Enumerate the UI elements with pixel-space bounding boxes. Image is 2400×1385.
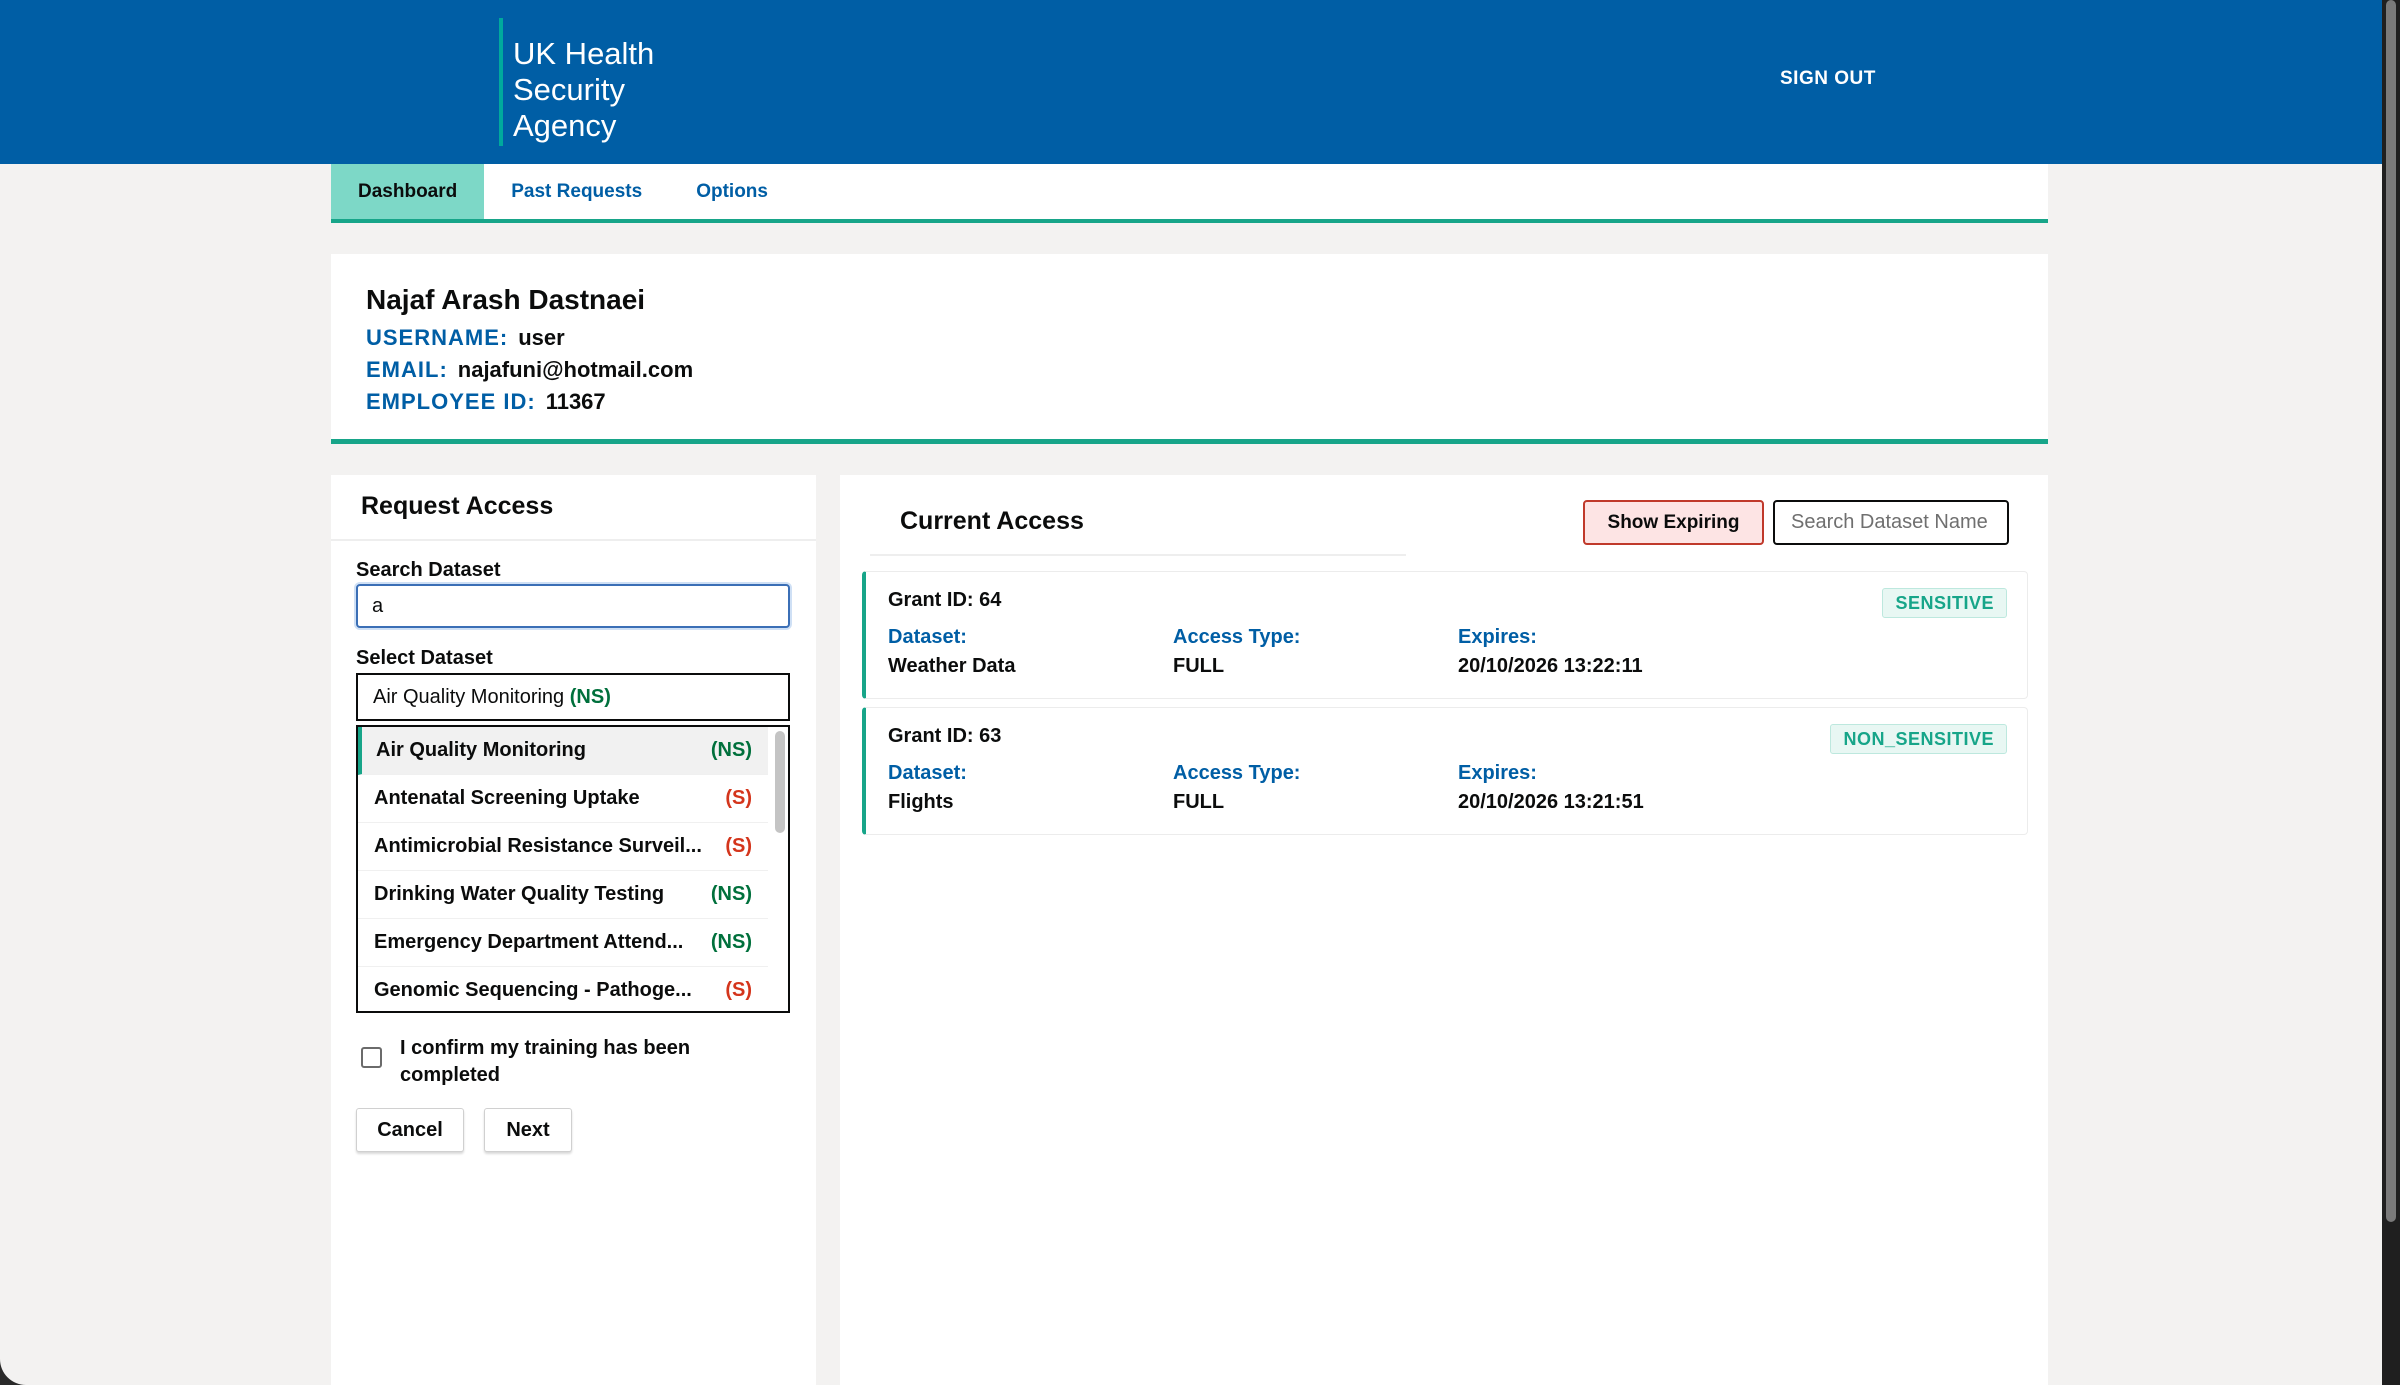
dataset-option-name: Genomic Sequencing - Pathoge... (374, 979, 692, 1001)
selected-dataset-tag: (NS) (569, 686, 611, 708)
sign-out-link[interactable]: SIGN OUT (1780, 68, 1876, 90)
dataset-option-tag: (S) (725, 787, 752, 809)
logo-line: Agency (513, 108, 617, 143)
employee-id-value: 11367 (545, 389, 606, 414)
email-value: najafuni@hotmail.com (457, 357, 694, 382)
dataset-option[interactable]: Drinking Water Quality Testing (NS) (358, 871, 768, 919)
search-dataset-input[interactable] (356, 584, 790, 628)
dataset-option[interactable]: Emergency Department Attend... (NS) (358, 919, 768, 967)
dataset-column: Dataset: Weather Data (888, 626, 1015, 678)
dropdown-scrollbar[interactable] (775, 731, 785, 833)
grant-id: Grant ID: 63 (888, 725, 1002, 747)
request-access-title: Request Access (331, 475, 816, 541)
show-expiring-button[interactable]: Show Expiring (1583, 500, 1764, 545)
dataset-label: Dataset: (888, 762, 967, 784)
logo-line: UK Health (513, 36, 655, 71)
grant-card[interactable]: Grant ID: 64 SENSITIVE Dataset: Weather … (862, 571, 2028, 699)
profile-name: Najaf Arash Dastnaei (366, 284, 646, 315)
expires-value: 20/10/2026 13:21:51 (1458, 791, 1644, 813)
page-scrollbar[interactable] (2382, 0, 2400, 1385)
sensitivity-badge: NON_SENSITIVE (1830, 724, 2007, 754)
dataset-option-name: Air Quality Monitoring (376, 739, 586, 761)
dataset-label: Dataset: (888, 626, 967, 648)
dataset-option-name: Antenatal Screening Uptake (374, 787, 640, 809)
expires-label: Expires: (1458, 762, 1537, 784)
access-type-value: FULL (1173, 655, 1225, 677)
agency-logo[interactable]: UK Health Security Agency (513, 36, 773, 144)
dataset-option[interactable]: Air Quality Monitoring (NS) (358, 727, 768, 775)
request-access-panel: Request Access Search Dataset Select Dat… (331, 475, 816, 1385)
select-dataset-label: Select Dataset (356, 647, 493, 669)
page-scrollbar-thumb[interactable] (2386, 0, 2396, 1222)
expires-value: 20/10/2026 13:22:11 (1458, 655, 1643, 677)
access-type-column: Access Type: FULL (1173, 762, 1300, 814)
tab-dashboard[interactable]: Dashboard (331, 164, 485, 219)
dataset-value: Weather Data (888, 655, 1016, 677)
user-profile-card: Najaf Arash Dastnaei USERNAME: user EMAIL… (331, 254, 2048, 444)
grant-id: Grant ID: 64 (888, 589, 1002, 611)
dataset-option-tag: (S) (725, 979, 752, 1001)
email-label: EMAIL: (366, 357, 448, 382)
dataset-option-name: Drinking Water Quality Testing (374, 883, 665, 905)
dataset-value: Flights (888, 791, 954, 813)
employee-id-row: EMPLOYEE ID: 11367 (366, 390, 2013, 414)
dataset-column: Dataset: Flights (888, 762, 967, 814)
dataset-option[interactable]: Antimicrobial Resistance Surveil... (S) (358, 823, 768, 871)
dataset-option[interactable]: Antenatal Screening Uptake (S) (358, 775, 768, 823)
dataset-option-tag: (NS) (710, 931, 752, 953)
next-button[interactable]: Next (484, 1108, 572, 1152)
search-dataset-name-input[interactable] (1773, 500, 2009, 545)
title-divider (870, 554, 1406, 556)
access-type-column: Access Type: FULL (1173, 626, 1300, 678)
search-dataset-label: Search Dataset (356, 559, 501, 581)
training-confirm-text: I confirm my training has been completed (400, 1037, 691, 1086)
expires-column: Expires: 20/10/2026 13:21:51 (1458, 762, 1644, 814)
dataset-option-tag: (S) (725, 835, 752, 857)
sensitivity-badge: SENSITIVE (1882, 588, 2007, 618)
tab-past-requests[interactable]: Past Requests (484, 164, 669, 219)
cancel-button[interactable]: Cancel (356, 1108, 464, 1152)
dataset-options-list: Air Quality Monitoring (NS) Antenatal Sc… (356, 725, 790, 1013)
access-type-label: Access Type: (1173, 626, 1301, 648)
current-access-title: Current Access (900, 507, 1084, 535)
username-row: USERNAME: user (366, 326, 2013, 350)
selected-dataset-name: Air Quality Monitoring (373, 686, 565, 708)
training-confirmation: I confirm my training has been completed (361, 1035, 781, 1089)
dataset-option[interactable]: Genomic Sequencing - Pathoge... (S) (358, 967, 768, 1011)
dataset-option-name: Antimicrobial Resistance Surveil... (374, 835, 702, 857)
main-nav-tabs: Dashboard Past Requests Options (331, 164, 2048, 223)
select-dataset-dropdown[interactable]: Air Quality Monitoring (NS) (356, 673, 790, 721)
dataset-option-name: Emergency Department Attend... (374, 931, 684, 953)
current-access-panel: Current Access Show Expiring Grant ID: 6… (840, 475, 2048, 1385)
logo-accent-bar (499, 18, 503, 146)
username-label: USERNAME: (366, 325, 509, 350)
tab-options[interactable]: Options (669, 164, 795, 219)
training-confirm-checkbox[interactable] (361, 1047, 382, 1068)
site-header: UK Health Security Agency SIGN OUT (0, 0, 2382, 164)
expires-label: Expires: (1458, 626, 1537, 648)
grant-card[interactable]: Grant ID: 63 NON_SENSITIVE Dataset: Flig… (862, 707, 2028, 835)
access-type-label: Access Type: (1173, 762, 1301, 784)
expires-column: Expires: 20/10/2026 13:22:11 (1458, 626, 1643, 678)
dataset-option-tag: (NS) (710, 883, 752, 905)
app-window: UK Health Security Agency SIGN OUT Dashb… (0, 0, 2382, 1385)
access-type-value: FULL (1173, 791, 1225, 813)
dataset-option-tag: (NS) (710, 739, 752, 761)
email-row: EMAIL: najafuni@hotmail.com (366, 358, 2013, 382)
logo-line: Security (513, 72, 625, 107)
username-value: user (518, 325, 565, 350)
employee-id-label: EMPLOYEE ID: (366, 389, 536, 414)
